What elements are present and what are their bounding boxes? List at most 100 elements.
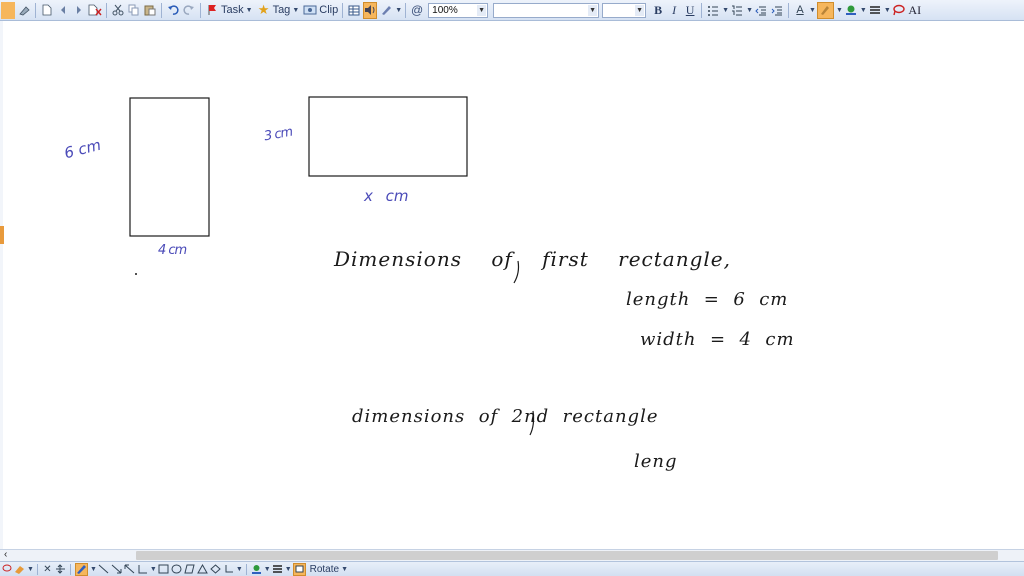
clip-button[interactable]: Clip (319, 2, 338, 19)
table-icon[interactable] (347, 2, 361, 19)
text-style-dropdown-icon[interactable]: ▼ (809, 7, 816, 14)
color-dropdown-icon[interactable]: ▼ (264, 566, 271, 573)
diamond-tool-icon[interactable] (210, 563, 221, 576)
back-icon[interactable] (56, 2, 70, 19)
undo-icon[interactable] (166, 2, 180, 19)
first-rectangle (129, 97, 210, 237)
line-style-icon[interactable] (868, 2, 882, 19)
delete-page-icon[interactable] (88, 2, 102, 19)
second-rectangle (308, 96, 468, 177)
tag-button[interactable]: Tag (273, 2, 291, 19)
tag-dropdown-icon[interactable]: ▼ (292, 7, 299, 14)
thickness-dropdown-icon[interactable]: ▼ (285, 566, 292, 573)
toolbar-divider (701, 2, 703, 18)
handwritten-line-1: Dimensions of first rectangle, (334, 247, 731, 271)
font-color-dropdown-icon[interactable]: ▼ (860, 7, 867, 14)
triangle-tool-icon[interactable] (196, 563, 208, 576)
italic-button[interactable]: I (667, 2, 681, 19)
text-size-icon[interactable]: AI (908, 2, 922, 19)
tag-star-icon[interactable]: ★ (257, 2, 271, 19)
audio-icon[interactable] (363, 1, 378, 19)
thickness-icon[interactable] (272, 563, 283, 576)
eraser-dropdown-icon[interactable]: ▼ (27, 566, 34, 573)
rectangle-tool-icon[interactable] (158, 563, 169, 576)
ink-dot (135, 273, 137, 275)
pen-tool-icon[interactable] (1, 1, 15, 19)
bullet-list-icon[interactable] (706, 2, 720, 19)
font-color-icon[interactable] (844, 2, 858, 19)
parallelogram-tool-icon[interactable] (184, 563, 195, 576)
highlighter-dropdown-icon[interactable]: ▼ (836, 7, 843, 14)
font-name-dropdown-icon[interactable]: ▼ (588, 4, 598, 16)
ellipse-tool-icon[interactable] (171, 563, 182, 576)
scrollbar-thumb[interactable] (136, 551, 998, 560)
font-name-select[interactable]: ▼ (493, 2, 600, 18)
eraser-tool-icon[interactable] (14, 563, 25, 576)
rotate-button[interactable]: Rotate (310, 563, 339, 576)
new-page-icon[interactable] (40, 2, 54, 19)
color-icon[interactable] (251, 563, 262, 576)
zoom-dropdown-icon[interactable]: ▼ (477, 4, 487, 16)
line-tool-icon[interactable] (98, 563, 109, 576)
zoom-value: 100% (432, 4, 458, 16)
numbered-dropdown-icon[interactable]: ▼ (746, 7, 753, 14)
double-arrow-tool-icon[interactable] (124, 563, 135, 576)
scroll-left-icon[interactable]: ‹ (4, 549, 7, 560)
task-button[interactable]: Task (221, 2, 244, 19)
bullet-dropdown-icon[interactable]: ▼ (722, 7, 729, 14)
toolbar-divider (788, 2, 790, 18)
toolbar-divider (342, 2, 344, 18)
pen-dropdown-icon[interactable]: ▼ (90, 566, 97, 573)
underline-button[interactable]: U (683, 2, 697, 19)
text-style-icon[interactable]: A (793, 2, 807, 19)
copy-icon[interactable] (127, 2, 141, 19)
rotate-dropdown-icon[interactable]: ▼ (341, 566, 348, 573)
handwritten-line-4: dimensions of 2nd rectangle (352, 406, 659, 427)
font-size-dropdown-icon[interactable]: ▼ (635, 4, 645, 16)
task-flag-icon[interactable] (205, 2, 219, 19)
bold-button[interactable]: B (651, 2, 665, 19)
line-style-dropdown-icon[interactable]: ▼ (884, 7, 891, 14)
pen-icon[interactable] (74, 562, 88, 576)
second-rect-width-label: x cm (364, 187, 409, 205)
shapes-dropdown-icon[interactable]: ▼ (236, 566, 243, 573)
axis-dropdown-icon[interactable]: ▼ (150, 566, 157, 573)
toolbar-divider (36, 563, 38, 575)
task-dropdown-icon[interactable]: ▼ (246, 7, 253, 14)
eraser-icon[interactable] (17, 2, 31, 19)
toolbar-divider (35, 2, 36, 18)
redo-icon[interactable] (182, 2, 196, 19)
at-icon[interactable]: @ (410, 2, 424, 19)
rotate-icon[interactable] (292, 562, 306, 576)
zoom-select[interactable]: 100% ▼ (428, 2, 489, 18)
paste-icon[interactable] (143, 2, 157, 19)
decrease-indent-icon[interactable] (754, 2, 768, 19)
numbered-list-icon[interactable] (730, 2, 744, 19)
cut-icon[interactable] (111, 2, 125, 19)
arrow-tool-icon[interactable] (111, 563, 122, 576)
toolbar-divider (245, 563, 247, 575)
note-canvas[interactable]: 6 cm 4 cm 3 cm x cm Dimensions of first … (0, 21, 1024, 549)
highlighter-icon[interactable] (816, 1, 834, 19)
lasso-select-icon[interactable] (1, 563, 12, 576)
insert-space-icon[interactable] (55, 563, 66, 576)
link-dropdown-icon[interactable]: ▼ (395, 7, 402, 14)
horizontal-scrollbar[interactable]: ‹ (0, 549, 1024, 561)
handwritten-line-3: width = 4 cm (640, 329, 795, 350)
forward-icon[interactable] (72, 2, 86, 19)
axes-tool-icon[interactable] (223, 563, 234, 576)
clip-icon[interactable] (303, 2, 317, 19)
main-toolbar: Task ▼ ★ Tag ▼ Clip ▼ @ 100% ▼ ▼ ▼ B I U… (0, 0, 1024, 21)
handwritten-line-2: length = 6 cm (626, 289, 789, 310)
toolbar-divider (106, 2, 107, 18)
delete-icon[interactable]: ✕ (42, 563, 53, 576)
lasso-icon[interactable] (892, 2, 906, 19)
link-pen-icon[interactable] (379, 2, 393, 19)
first-rect-width-label: 4 cm (158, 243, 187, 258)
font-size-select[interactable]: ▼ (602, 2, 647, 18)
ink-layer (129, 96, 535, 436)
toolbar-divider (405, 2, 407, 18)
axis-tool-icon[interactable] (137, 563, 148, 576)
toolbar-divider (161, 2, 162, 18)
increase-indent-icon[interactable] (770, 2, 784, 19)
